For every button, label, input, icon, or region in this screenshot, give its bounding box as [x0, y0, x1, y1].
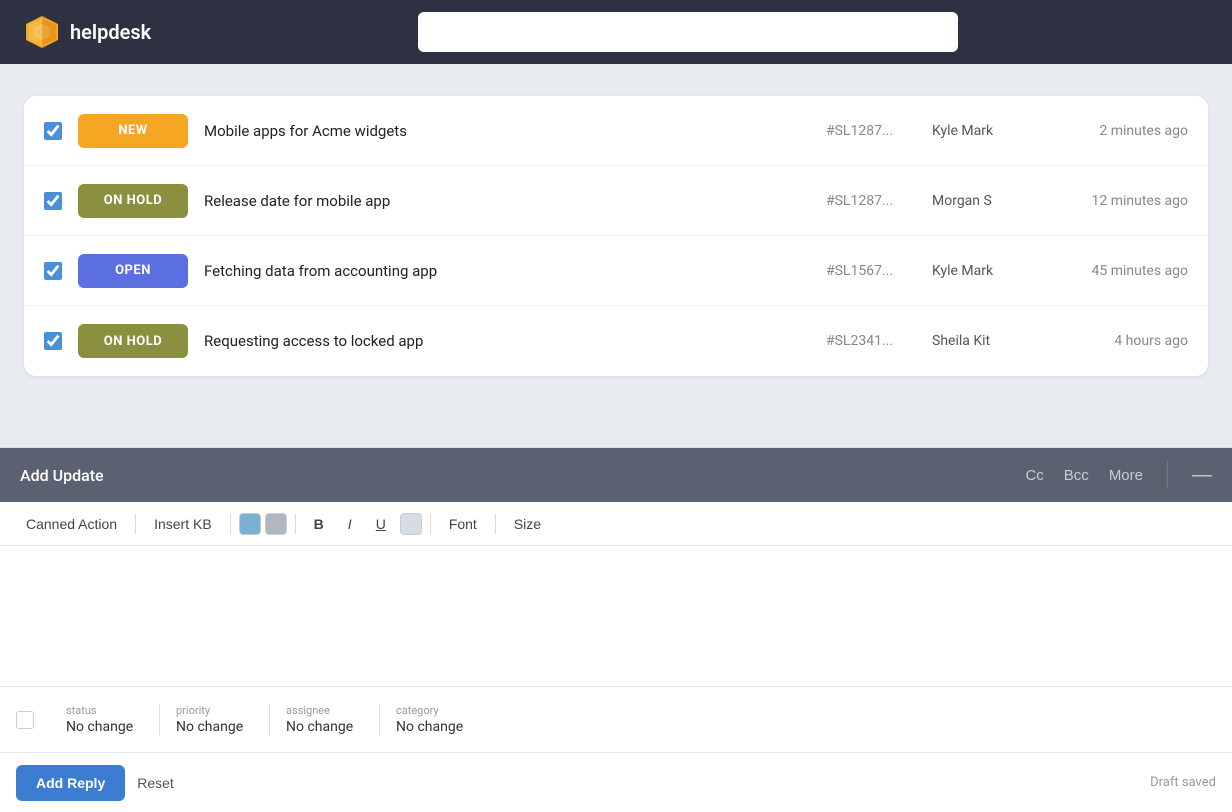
ticket-time-1: 2 minutes ago [1058, 123, 1188, 139]
footer-bar: status No change priority No change assi… [0, 686, 1232, 752]
status-value[interactable]: No change [66, 719, 143, 735]
category-value[interactable]: No change [396, 719, 474, 735]
size-button[interactable]: Size [504, 512, 551, 536]
reset-button[interactable]: Reset [137, 775, 174, 791]
logo-text: helpdesk [70, 20, 151, 44]
ticket-time-3: 45 minutes ago [1058, 263, 1188, 279]
assignee-field[interactable]: assignee No change [270, 704, 380, 735]
category-label: category [396, 704, 474, 717]
add-update-actions: Cc Bcc More — [1025, 461, 1212, 489]
search-input[interactable] [418, 12, 958, 52]
ticket-subject-3: Fetching data from accounting app [204, 262, 810, 280]
ticket-subject-1: Mobile apps for Acme widgets [204, 122, 810, 140]
toolbar-sep-4 [430, 514, 431, 534]
ticket-subject-2: Release date for mobile app [204, 192, 810, 210]
table-row: ON HOLD Requesting access to locked app … [24, 306, 1208, 376]
priority-field[interactable]: priority No change [160, 704, 270, 735]
ticket-id-4: #SL2341... [826, 333, 916, 349]
editor-area[interactable] [0, 546, 1232, 686]
assignee-value[interactable]: No change [286, 719, 363, 735]
ticket-checkbox-4[interactable] [44, 332, 62, 350]
ticket-subject-4: Requesting access to locked app [204, 332, 810, 350]
toolbar-sep-3 [295, 514, 296, 534]
search-bar [418, 12, 958, 52]
insert-kb-button[interactable]: Insert KB [144, 512, 222, 536]
action-buttons: Add Reply Reset Draft saved [0, 752, 1232, 812]
add-reply-button[interactable]: Add Reply [16, 765, 125, 801]
font-button[interactable]: Font [439, 512, 487, 536]
bcc-button[interactable]: Bcc [1064, 467, 1089, 484]
color-gray-button[interactable] [265, 513, 287, 535]
status-label: status [66, 704, 143, 717]
toolbar-sep-2 [230, 514, 231, 534]
ticket-time-4: 4 hours ago [1058, 333, 1188, 349]
ticket-id-3: #SL1567... [826, 263, 916, 279]
ticket-checkbox-3[interactable] [44, 262, 62, 280]
table-row: OPEN Fetching data from accounting app #… [24, 236, 1208, 306]
canned-action-button[interactable]: Canned Action [16, 512, 127, 536]
status-badge-onhold-4: ON HOLD [78, 324, 188, 358]
helpdesk-logo-icon [24, 14, 60, 50]
ticket-checkbox-2[interactable] [44, 192, 62, 210]
toolbar-sep-1 [135, 514, 136, 534]
ticket-agent-3: Kyle Mark [932, 263, 1042, 279]
ticket-agent-1: Kyle Mark [932, 123, 1042, 139]
ticket-id-2: #SL1287... [826, 193, 916, 209]
add-update-title: Add Update [20, 466, 1025, 485]
footer-checkbox[interactable] [16, 711, 34, 729]
priority-value[interactable]: No change [176, 719, 253, 735]
underline-button[interactable]: U [366, 512, 396, 536]
assignee-label: assignee [286, 704, 363, 717]
ticket-list: NEW Mobile apps for Acme widgets #SL1287… [24, 96, 1208, 376]
color-light-button[interactable] [400, 513, 422, 535]
priority-label: priority [176, 704, 253, 717]
ticket-agent-2: Morgan S [932, 193, 1042, 209]
color-blue-button[interactable] [239, 513, 261, 535]
ticket-id-1: #SL1287... [826, 123, 916, 139]
table-row: ON HOLD Release date for mobile app #SL1… [24, 166, 1208, 236]
status-field[interactable]: status No change [50, 704, 160, 735]
ticket-checkbox-1[interactable] [44, 122, 62, 140]
cc-button[interactable]: Cc [1025, 467, 1043, 484]
bar-divider [1167, 461, 1168, 489]
main-content: NEW Mobile apps for Acme widgets #SL1287… [0, 64, 1232, 376]
ticket-time-2: 12 minutes ago [1058, 193, 1188, 209]
bottom-panel: Add Update Cc Bcc More — Canned Action I… [0, 447, 1232, 812]
add-update-bar: Add Update Cc Bcc More — [0, 448, 1232, 502]
italic-button[interactable]: I [338, 512, 362, 536]
minimize-button[interactable]: — [1192, 464, 1212, 487]
bold-button[interactable]: B [304, 512, 334, 536]
table-row: NEW Mobile apps for Acme widgets #SL1287… [24, 96, 1208, 166]
status-badge-open-3: OPEN [78, 254, 188, 288]
header: helpdesk [0, 0, 1232, 64]
status-badge-new-1: NEW [78, 114, 188, 148]
editor-toolbar: Canned Action Insert KB B I U Font Size [0, 502, 1232, 546]
toolbar-sep-5 [495, 514, 496, 534]
ticket-agent-4: Sheila Kit [932, 333, 1042, 349]
category-field[interactable]: category No change [380, 704, 490, 735]
draft-saved-label: Draft saved [1150, 775, 1216, 790]
more-button[interactable]: More [1109, 467, 1143, 484]
status-badge-onhold-2: ON HOLD [78, 184, 188, 218]
logo-area: helpdesk [24, 14, 151, 50]
